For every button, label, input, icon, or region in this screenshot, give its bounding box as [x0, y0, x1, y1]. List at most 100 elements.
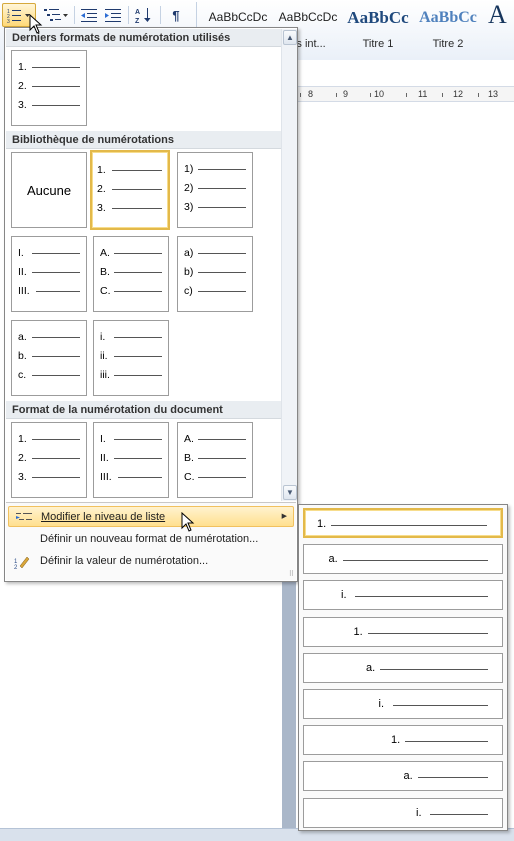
toolbar-separator	[160, 6, 161, 24]
document-format-tile[interactable]: 1. 2. 3.	[11, 422, 87, 498]
tile-none-label: Aucune	[26, 183, 72, 198]
change-list-level-menu-item[interactable]: Modifier le niveau de liste ▶	[8, 506, 294, 527]
increase-indent-icon	[105, 9, 121, 22]
scroll-down-button[interactable]: ▼	[283, 485, 297, 500]
gallery-scrollbar[interactable]: ▲ ▼	[281, 29, 297, 501]
define-new-format-label: Définir un nouveau format de numérotatio…	[40, 533, 259, 545]
list-level-label: a.	[328, 553, 338, 566]
ruler-label: 9	[343, 89, 349, 99]
library-tile-decimal-paren[interactable]: 1) 2) 3)	[177, 152, 253, 228]
tile-number-label: 1.	[97, 164, 106, 176]
show-formatting-button[interactable]: ¶	[164, 3, 188, 27]
sort-button[interactable]: A Z	[132, 3, 156, 27]
list-level-4[interactable]: 1.	[303, 616, 503, 647]
tile-number-label: ii.	[100, 350, 108, 362]
ruler-tick	[300, 93, 301, 97]
list-level-label: i.	[416, 806, 422, 819]
library-tile-lower-roman[interactable]: i. ii. iii.	[93, 320, 169, 396]
svg-text:2: 2	[14, 565, 18, 570]
ruler-label: 13	[488, 89, 499, 99]
document-format-tile[interactable]: I. II. III.	[93, 422, 169, 498]
list-level-line	[380, 668, 488, 670]
library-header: Bibliothèque de numérotations	[6, 131, 281, 149]
resize-grip-icon[interactable]: ⠿	[289, 570, 294, 578]
tile-number-label: A.	[184, 433, 194, 445]
list-level-label: 1.	[317, 518, 327, 530]
tile-number-label: 2.	[18, 80, 27, 92]
list-level-label: a.	[366, 661, 376, 674]
sort-az-icon: A Z	[135, 8, 151, 24]
tile-number-label: i.	[100, 331, 106, 343]
svg-text:A: A	[135, 9, 140, 16]
decrease-indent-button[interactable]	[78, 3, 100, 27]
library-tile-decimal[interactable]: 1. 2. 3.	[90, 150, 170, 230]
increase-indent-button[interactable]	[102, 3, 124, 27]
document-format-tile[interactable]: A. B. C.	[177, 422, 253, 498]
tile-number-label: II.	[100, 452, 109, 464]
tile-number-label: 2)	[184, 182, 194, 194]
style-normal-sample[interactable]: AaBbCcDc	[203, 10, 273, 24]
list-level-line	[430, 813, 488, 815]
set-numbering-value-menu-item[interactable]: 1 2 Définir la valeur de numérotation...	[8, 551, 294, 572]
list-level-label: 1.	[391, 734, 401, 747]
list-level-label: a.	[403, 770, 413, 783]
list-level-3[interactable]: i.	[303, 580, 503, 611]
style-title-sample[interactable]: A	[488, 0, 514, 30]
ruler-label: 10	[374, 89, 385, 99]
svg-text:Z: Z	[135, 18, 140, 24]
decrease-indent-icon	[81, 9, 97, 22]
tile-number-label: 3.	[18, 471, 27, 483]
list-level-1[interactable]: 1.	[303, 508, 503, 538]
change-level-icon	[15, 510, 33, 524]
library-tile-lower-alpha-paren[interactable]: a) b) c)	[177, 236, 253, 312]
list-level-8[interactable]: a.	[303, 761, 503, 792]
recent-format-tile[interactable]: 1. 2. 3.	[11, 50, 87, 126]
library-tile-upper-roman[interactable]: I. II. III.	[11, 236, 87, 312]
submenu-arrow-icon: ▶	[281, 513, 287, 520]
ruler-label: 12	[453, 89, 464, 99]
numbering-commands: Modifier le niveau de liste ▶ Définir un…	[6, 502, 296, 580]
tile-number-label: III.	[18, 285, 30, 297]
list-level-line	[417, 777, 488, 779]
list-level-line	[392, 705, 488, 706]
scroll-up-button[interactable]: ▲	[283, 30, 297, 45]
list-level-5[interactable]: a.	[303, 652, 503, 683]
pilcrow-icon: ¶	[172, 7, 180, 23]
mouse-cursor-icon	[29, 14, 43, 34]
define-new-format-menu-item[interactable]: Définir un nouveau format de numérotatio…	[8, 529, 294, 550]
tile-number-label: C.	[100, 285, 111, 297]
toolbar-separator	[128, 6, 129, 24]
tile-number-label: 2.	[97, 183, 106, 195]
style-heading2-sample[interactable]: AaBbCc	[413, 9, 483, 27]
multilevel-list-button[interactable]	[40, 3, 72, 27]
tile-number-label: 1.	[18, 61, 27, 73]
tile-number-label: b.	[18, 350, 27, 362]
library-tile-lower-alpha[interactable]: a. b. c.	[11, 320, 87, 396]
set-numbering-value-label: Définir la valeur de numérotation...	[40, 555, 209, 567]
tile-number-label: B.	[184, 452, 194, 464]
tile-number-label: c)	[184, 285, 193, 297]
list-level-line	[342, 560, 488, 562]
library-tile-upper-alpha[interactable]: A. B. C.	[93, 236, 169, 312]
tile-number-label: III.	[100, 471, 112, 483]
list-level-6[interactable]: i.	[303, 689, 503, 719]
style-no-spacing-sample[interactable]: AaBbCcDc	[273, 10, 343, 24]
list-level-7[interactable]: 1.	[303, 725, 503, 756]
tile-number-label: A.	[100, 247, 110, 259]
tile-number-label: a)	[184, 247, 194, 259]
mouse-cursor-icon	[181, 512, 195, 532]
tile-number-label: 3.	[18, 99, 27, 111]
style-heading2-name: Titre 2	[432, 38, 464, 50]
list-level-2[interactable]: a.	[303, 544, 503, 575]
tile-number-label: B.	[100, 266, 110, 278]
multilevel-list-icon	[44, 9, 68, 21]
style-heading1-sample[interactable]: AaBbCc	[343, 8, 413, 28]
tile-number-label: 3.	[97, 202, 106, 214]
library-tile-none[interactable]: Aucune	[11, 152, 87, 228]
tile-number-label: 1.	[18, 433, 27, 445]
list-level-label: 1.	[353, 625, 363, 638]
tile-number-label: I.	[18, 247, 24, 259]
tile-number-label: a.	[18, 331, 27, 343]
list-level-9[interactable]: i.	[303, 797, 503, 828]
list-level-line	[367, 632, 488, 634]
